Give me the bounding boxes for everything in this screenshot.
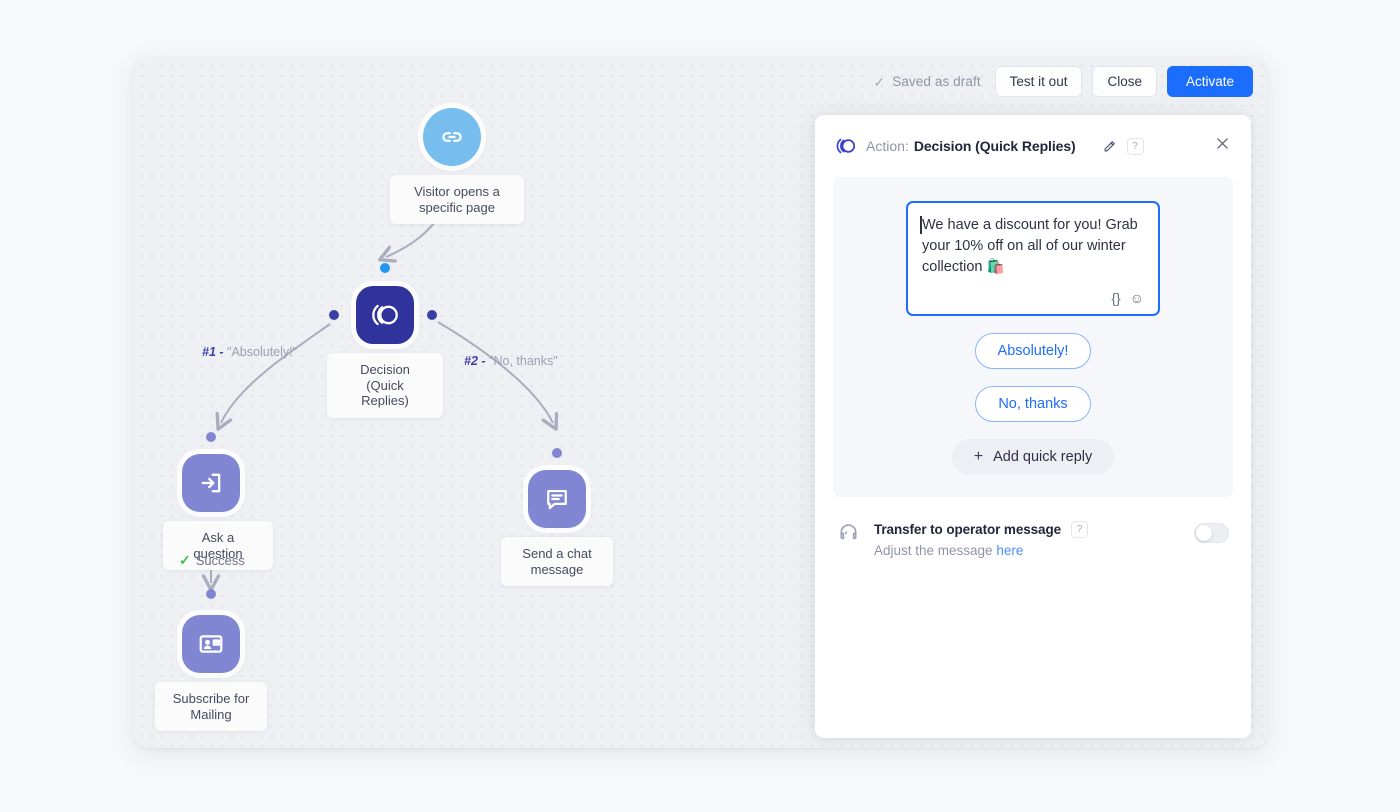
message-section: We have a discount for you! Grab your 10… [833,177,1233,497]
pencil-icon [1102,139,1117,154]
quick-replies-icon [834,136,857,156]
chat-input-port[interactable] [552,448,562,458]
headset-icon [837,521,860,544]
check-icon: ✓ [873,75,885,89]
subscribe-node-label: Subscribe for Mailing [155,682,267,731]
success-check-icon: ✓ [179,552,191,569]
curly-braces-icon[interactable]: {} [1111,290,1120,306]
message-input[interactable]: We have a discount for you! Grab your 10… [906,201,1160,316]
transfer-help-button[interactable]: ? [1071,521,1088,538]
decision-output-port-1[interactable] [329,310,339,320]
flow-builder-card: Visitor opens a specific page Decision (… [133,57,1267,748]
trigger-node-icon[interactable] [423,108,481,166]
success-branch-tag: ✓ Success [179,552,245,569]
trigger-node-label: Visitor opens a specific page [390,175,524,224]
quick-reply-button-1[interactable]: Absolutely! [975,333,1092,369]
link-icon [439,124,465,150]
branch-value-1: "Absolutely!" [227,345,297,359]
panel-title: Decision (Quick Replies) [914,138,1076,154]
flow-node-subscribe[interactable]: Subscribe for Mailing [182,615,240,673]
close-button[interactable]: Close [1092,66,1157,97]
flow-node-trigger[interactable]: Visitor opens a specific page [423,108,481,166]
edit-name-button[interactable] [1102,139,1117,154]
quick-reply-button-2[interactable]: No, thanks [975,386,1090,422]
branch-label-1: #1 - "Absolutely!" [202,345,297,359]
flow-node-ask-question[interactable]: Ask a question [182,454,240,512]
quick-replies-icon [369,301,401,329]
toggle-knob [1196,525,1212,541]
message-text[interactable]: We have a discount for you! Grab your 10… [922,215,1144,278]
transfer-toggle[interactable] [1194,523,1229,543]
activate-button[interactable]: Activate [1167,66,1253,97]
transfer-title: Transfer to operator message [874,522,1061,537]
close-icon [1214,135,1231,152]
saved-status-label: Saved as draft [892,74,980,89]
decision-node-label: Decision (Quick Replies) [327,353,443,418]
transfer-to-operator-row: Transfer to operator message ? Adjust th… [833,521,1233,558]
add-quick-reply-label: Add quick reply [993,449,1092,465]
transfer-subtitle: Adjust the message here [874,543,1088,558]
decision-output-port-2[interactable] [427,310,437,320]
adjust-message-link[interactable]: here [996,543,1023,558]
subscribe-input-port[interactable] [206,589,216,599]
panel-help-button[interactable]: ? [1127,138,1144,155]
ask-question-node-icon[interactable] [182,454,240,512]
transfer-title-line: Transfer to operator message ? [874,521,1088,538]
flow-node-send-chat[interactable]: Send a chat message [528,470,586,528]
panel-header: Action: Decision (Quick Replies) ? [815,115,1251,177]
branch-value-2: "No, thanks" [489,354,558,368]
decision-input-port[interactable] [380,263,390,273]
action-settings-panel: Action: Decision (Quick Replies) ? We ha… [815,115,1251,738]
panel-kind-label: Action: [866,138,909,154]
send-chat-node-label: Send a chat message [501,537,613,586]
ask-input-port[interactable] [206,432,216,442]
transfer-subtitle-prefix: Adjust the message [874,543,996,558]
emoji-icon[interactable]: ☺ [1130,290,1144,306]
branch-label-2: #2 - "No, thanks" [464,354,558,368]
subscribe-node-icon[interactable] [182,615,240,673]
saved-status: ✓ Saved as draft [873,74,980,89]
decision-node-icon[interactable] [356,286,414,344]
branch-number-2: #2 - [464,354,486,368]
test-it-out-button[interactable]: Test it out [995,66,1083,97]
chat-bubble-icon [543,485,571,513]
message-input-tools: {} ☺ [922,290,1144,306]
transfer-texts: Transfer to operator message ? Adjust th… [874,521,1088,558]
ask-question-icon [197,469,225,497]
top-action-bar: ✓ Saved as draft Test it out Close Activ… [873,66,1253,97]
branch-number-1: #1 - [202,345,224,359]
close-panel-button[interactable] [1214,135,1231,157]
plus-icon: + [974,448,983,466]
mail-contact-icon [197,630,225,658]
success-label: Success [196,553,245,568]
add-quick-reply-button[interactable]: + Add quick reply [952,439,1114,475]
flow-node-decision[interactable]: Decision (Quick Replies) [356,286,414,344]
send-chat-node-icon[interactable] [528,470,586,528]
